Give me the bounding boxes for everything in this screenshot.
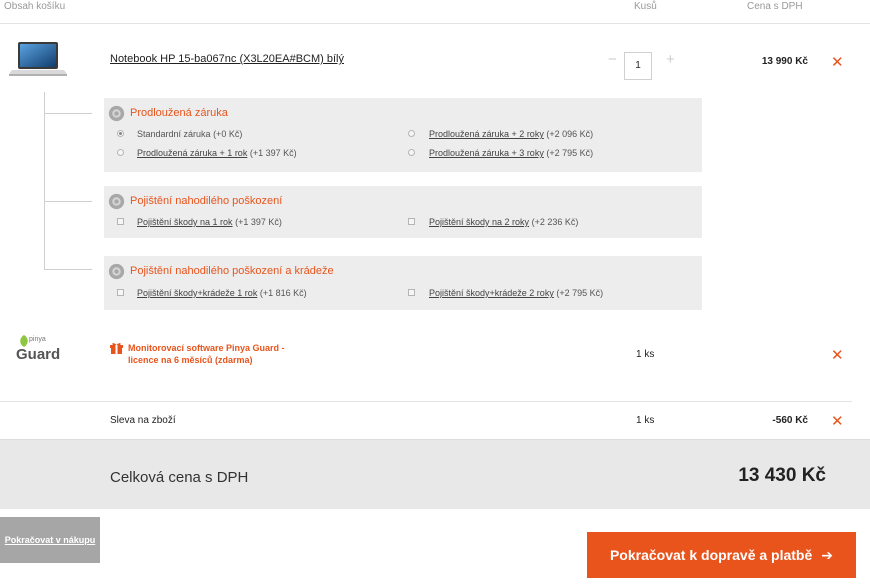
remove-discount-icon[interactable]: ✕ [831,414,844,429]
service-title: Pojištění nahodilého poškození [130,195,283,207]
tree-line-branch [44,113,92,114]
warranty-option-2y[interactable]: Prodloužená záruka + 2 roky (+2 096 Kč) [429,129,593,139]
theft-checkbox-1y[interactable] [117,289,124,296]
header-price: Cena s DPH [747,1,803,12]
warranty-option-standard[interactable]: Standardní záruka (+0 Kč) [137,129,242,139]
qty-decrease-button[interactable]: − [608,52,617,67]
continue-shopping-button[interactable]: Pokračovat v nákupu [0,517,100,563]
product-price: 13 990 Kč [761,56,808,67]
warranty-radio-3y[interactable] [408,149,415,156]
service-title: Pojištění nahodilého poškození a krádeže [130,265,334,277]
proceed-button-label: Pokračovat k dopravě a platbě [609,547,813,563]
tree-line-branch [44,201,92,202]
qty-input[interactable]: 1 [624,52,652,80]
tree-line-vertical [44,92,45,270]
theft-checkbox-2y[interactable] [408,289,415,296]
discount-qty: 1 ks [636,415,655,426]
insurance-checkbox-1y[interactable] [117,218,124,225]
proceed-to-shipping-button[interactable]: Pokračovat k dopravě a platbě ➔ [587,532,856,578]
service-title: Prodloužená záruka [130,107,228,119]
total-label: Celková cena s DPH [110,469,249,486]
row-divider [0,401,852,402]
theft-option-1y[interactable]: Pojištění škody+krádeže 1 rok (+1 816 Kč… [137,288,307,298]
laptop-image[interactable] [8,40,68,78]
tree-line-branch [44,269,92,270]
theft-option-2y[interactable]: Pojištění škody+krádeže 2 roky (+2 795 K… [429,288,603,298]
warranty-radio-1y[interactable] [117,149,124,156]
service-damage-insurance: Pojištění nahodilého poškození Pojištění… [104,186,702,238]
gift-description: Monitorovací software Pinya Guard - lice… [128,343,285,365]
cart-header: Obsah košíku Kusů Cena s DPH [0,0,870,24]
arrow-right-icon: ➔ [821,546,834,563]
discount-price: -560 Kč [772,415,808,426]
warranty-option-3y[interactable]: Prodloužená záruka + 3 roky (+2 795 Kč) [429,148,593,158]
remove-product-icon[interactable]: ✕ [831,55,844,70]
header-qty: Kusů [634,1,657,12]
qty-increase-button[interactable]: + [666,52,675,67]
insurance-checkbox-2y[interactable] [408,218,415,225]
insurance-option-1y[interactable]: Pojištění škody na 1 rok (+1 397 Kč) [137,217,282,227]
product-name-link[interactable]: Notebook HP 15-ba067nc (X3L20EA#BCM) bíl… [110,53,344,65]
header-contents: Obsah košíku [4,1,66,12]
gift-qty: 1 ks [636,349,655,360]
total-bar: Celková cena s DPH 13 430 Kč [0,439,870,509]
gift-icon [110,343,123,354]
warranty-radio-2y[interactable] [408,130,415,137]
gear-icon [108,263,125,280]
service-theft-insurance: Pojištění nahodilého poškození a krádeže… [104,256,702,310]
remove-gift-icon[interactable]: ✕ [831,348,844,363]
discount-label: Sleva na zboží [110,415,176,426]
warranty-radio-standard[interactable] [117,130,124,137]
service-warranty: Prodloužená záruka Standardní záruka (+0… [104,98,702,172]
total-value: 13 430 Kč [738,465,826,486]
pinya-guard-logo: pinya Guard [16,335,61,363]
warranty-option-1y[interactable]: Prodloužená záruka + 1 rok (+1 397 Kč) [137,148,297,158]
gear-icon [108,105,125,122]
gear-icon [108,193,125,210]
insurance-option-2y[interactable]: Pojištění škody na 2 roky (+2 236 Kč) [429,217,578,227]
